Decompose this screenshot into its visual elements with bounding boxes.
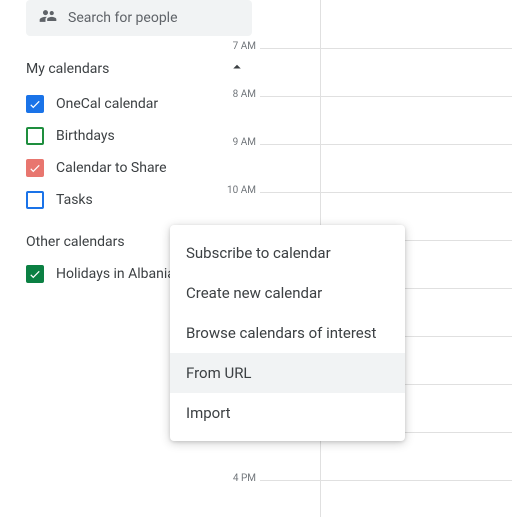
hour-label: 8 AM [220,89,256,100]
checkmark-icon [28,267,42,281]
context-menu-item[interactable]: Browse calendars of interest [170,313,405,353]
hour-label: 4 PM [220,473,256,484]
context-menu-item[interactable]: From URL [170,353,405,393]
calendar-checkbox[interactable] [26,191,44,209]
other-calendars-context-menu: Subscribe to calendarCreate new calendar… [170,225,405,441]
context-menu-item[interactable]: Subscribe to calendar [170,233,405,273]
hour-row[interactable]: 9 AM [260,144,512,192]
checkmark-icon [28,161,42,175]
hour-row[interactable]: 8 AM [260,96,512,144]
my-calendar-item[interactable]: Calendar to Share [26,152,260,184]
hour-row[interactable]: 7 AM [260,48,512,96]
calendar-label: Holidays in Albania [56,266,175,282]
my-calendars-list: OneCal calendar Birthdays Calendar to Shar… [0,88,260,220]
calendar-checkbox[interactable] [26,127,44,145]
calendar-label: Birthdays [56,128,115,144]
calendar-checkbox[interactable] [26,95,44,113]
hour-label: 10 AM [220,185,256,196]
calendar-checkbox[interactable] [26,265,44,283]
hour-label: 9 AM [220,137,256,148]
calendar-label: Calendar to Share [56,160,167,176]
my-calendars-title: My calendars [26,61,109,77]
other-calendars-title: Other calendars [26,234,125,250]
calendar-checkbox[interactable] [26,159,44,177]
search-placeholder: Search for people [68,10,178,26]
hour-label: 6 AM [220,0,256,3]
calendar-label: Tasks [56,192,93,208]
hour-row[interactable]: 4 PM [260,480,512,528]
hour-row[interactable]: 6 AM [260,0,512,48]
context-menu-item[interactable]: Create new calendar [170,273,405,313]
search-people-input[interactable]: Search for people [26,0,252,36]
chevron-up-icon [228,58,246,80]
hour-label: 7 AM [220,41,256,52]
calendar-label: OneCal calendar [56,96,158,112]
people-search-icon [38,6,58,30]
checkmark-icon [28,97,42,111]
context-menu-item[interactable]: Import [170,393,405,433]
